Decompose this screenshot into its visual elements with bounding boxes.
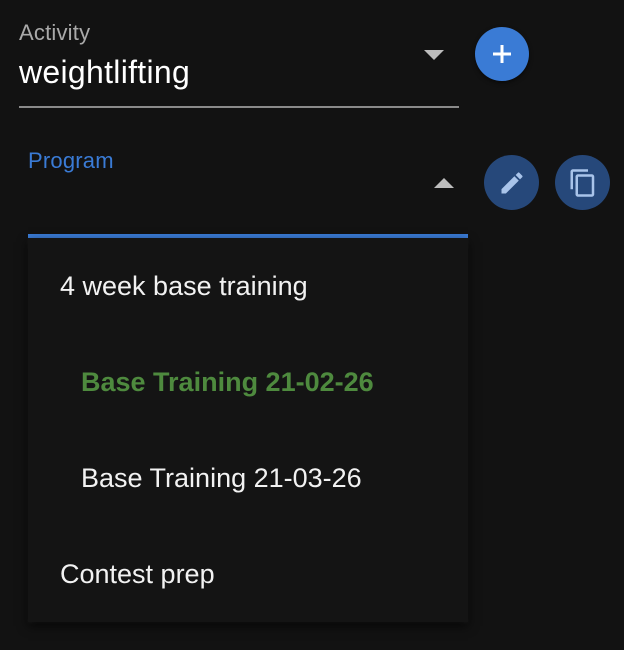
edit-program-button[interactable] <box>484 155 539 210</box>
program-select[interactable]: Program <box>28 142 468 238</box>
pencil-icon <box>501 171 523 193</box>
activity-select[interactable]: Activity weightlifting <box>19 18 459 108</box>
menu-item-label: Base Training 21-02-26 <box>81 366 374 397</box>
menu-item-group[interactable]: Contest prep <box>28 526 468 622</box>
menu-item-label: 4 week base training <box>60 270 308 301</box>
menu-item-group[interactable]: 4 week base training <box>28 238 468 334</box>
plus-icon <box>493 45 511 63</box>
activity-label: Activity <box>19 20 91 45</box>
caret-up-icon[interactable] <box>434 178 454 188</box>
menu-item-label: Contest prep <box>60 558 215 589</box>
menu-item-selected[interactable]: Base Training 21-02-26 <box>28 334 468 430</box>
program-label: Program <box>28 148 114 173</box>
activity-underline <box>19 106 459 108</box>
copy-program-button[interactable] <box>555 155 610 210</box>
add-activity-button[interactable] <box>475 27 529 81</box>
menu-item[interactable]: Base Training 21-03-26 <box>28 430 468 526</box>
page: Activity weightlifting Program 4 week ba… <box>0 0 624 650</box>
caret-down-icon[interactable] <box>424 50 444 60</box>
activity-value[interactable]: weightlifting <box>19 54 190 91</box>
program-dropdown-menu: 4 week base training Base Training 21-02… <box>28 238 468 622</box>
copy-icon <box>570 168 594 197</box>
menu-item-label: Base Training 21-03-26 <box>81 462 362 493</box>
